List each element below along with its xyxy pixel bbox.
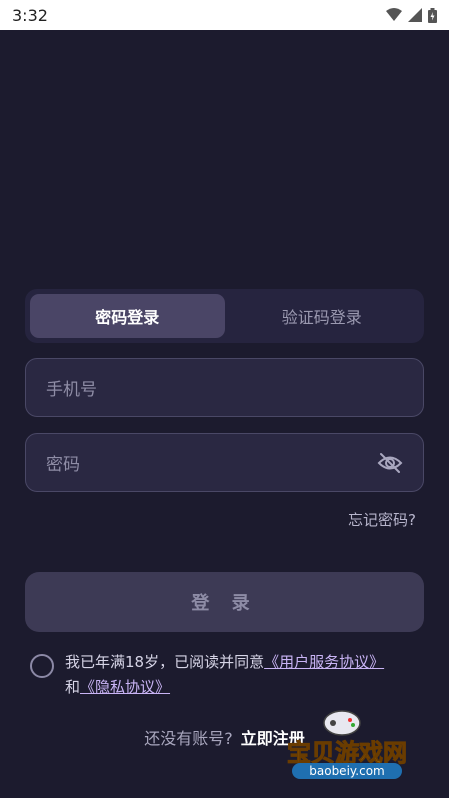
- tab-code-login[interactable]: 验证码登录: [225, 294, 420, 338]
- password-placeholder: 密码: [46, 455, 80, 475]
- agreement-prefix: 我已年满18岁，已阅读并同意: [65, 653, 265, 671]
- phone-input[interactable]: 手机号: [25, 358, 424, 417]
- forgot-password-link[interactable]: 忘记密码?: [348, 509, 416, 530]
- wifi-icon: [386, 8, 402, 21]
- agreement-text: 我已年满18岁，已阅读并同意《用户服务协议》 和《隐私协议》: [65, 650, 425, 700]
- login-mode-tabs: 密码登录 验证码登录: [25, 289, 424, 343]
- password-input[interactable]: 密码: [25, 433, 424, 492]
- register-prompt: 还没有账号?: [144, 729, 233, 748]
- status-time: 3:32: [12, 5, 48, 25]
- phone-placeholder: 手机号: [46, 380, 97, 400]
- watermark-logo: 宝贝游戏网 baobeiy.com: [272, 705, 422, 783]
- battery-icon: [428, 7, 437, 23]
- agreement-connector: 和: [65, 678, 81, 696]
- tab-password-login[interactable]: 密码登录: [30, 294, 225, 338]
- status-icons: [386, 7, 437, 23]
- eye-off-icon[interactable]: [377, 450, 403, 476]
- signal-icon: [408, 8, 422, 22]
- login-button[interactable]: 登 录: [25, 572, 424, 632]
- agreement-checkbox[interactable]: [30, 654, 54, 678]
- status-bar: 3:32: [0, 0, 449, 30]
- service-agreement-link[interactable]: 《用户服务协议》: [264, 653, 384, 671]
- privacy-agreement-link[interactable]: 《隐私协议》: [80, 678, 170, 696]
- watermark-url: baobeiy.com: [292, 763, 402, 779]
